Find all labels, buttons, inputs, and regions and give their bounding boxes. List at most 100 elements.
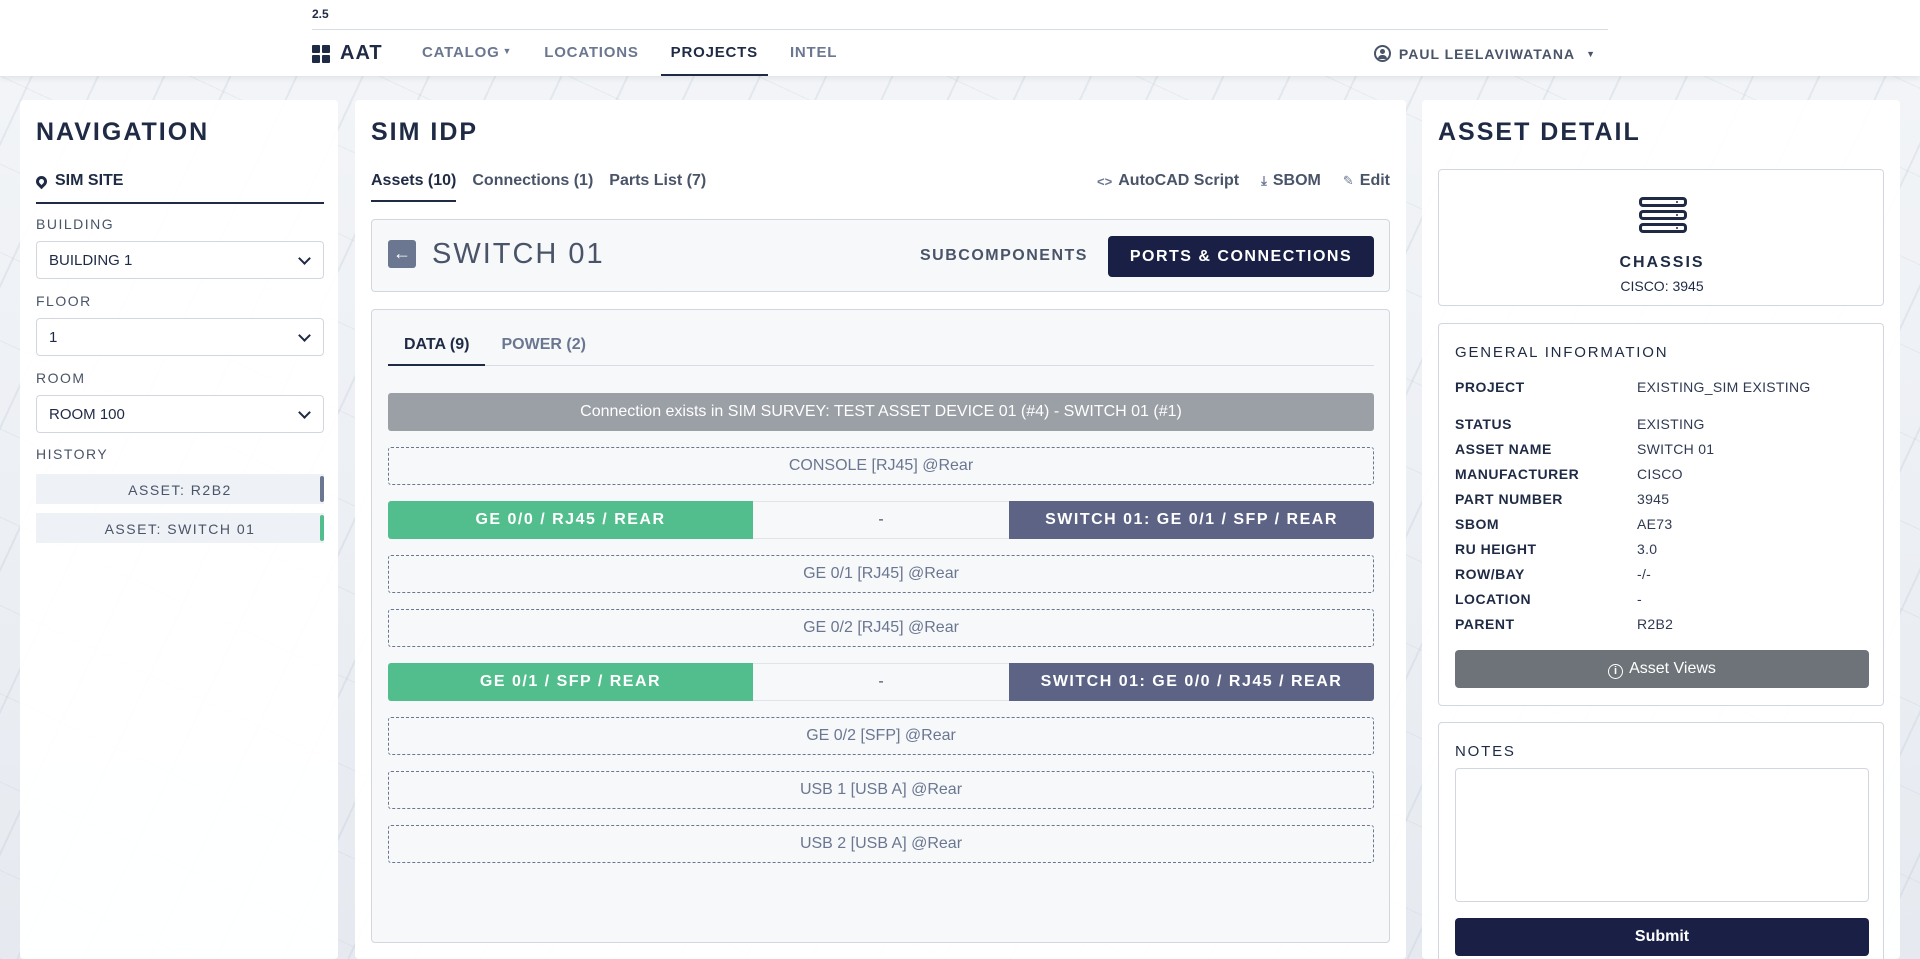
connection-link: - (753, 501, 1009, 539)
info-key: STATUS (1455, 416, 1512, 432)
asset-type: CHASSIS (1619, 254, 1705, 271)
asset-detail-panel: ASSET DETAIL CHASSIS CISCO: 3945 GENERAL… (1422, 100, 1900, 959)
info-value: -/- (1637, 566, 1652, 582)
chevron-down-icon (298, 406, 311, 419)
autocad-script-button[interactable]: <> AutoCAD Script (1097, 172, 1239, 190)
port-row[interactable]: GE 0/2 [SFP] @Rear (388, 717, 1374, 755)
info-row: MANUFACTURER CISCO (1455, 466, 1869, 482)
subcomponents-button[interactable]: SUBCOMPONENTS (920, 247, 1088, 265)
tab-assets[interactable]: Assets (10) (371, 172, 457, 202)
connection-link: - (753, 663, 1009, 701)
info-value: AE73 (1637, 516, 1673, 532)
port-row[interactable]: GE 0/2 [RJ45] @Rear (388, 609, 1374, 647)
port-destination[interactable]: SWITCH 01: GE 0/0 / RJ45 / REAR (1009, 663, 1374, 701)
info-row: RU HEIGHT 3.0 (1455, 541, 1869, 557)
info-row: ROW/BAY -/- (1455, 566, 1869, 582)
server-icon (1639, 197, 1687, 235)
info-key: MANUFACTURER (1455, 466, 1580, 482)
tab-power[interactable]: POWER (2) (485, 336, 601, 366)
tab-data[interactable]: DATA (9) (388, 336, 486, 366)
tab-connections[interactable]: Connections (1) (472, 172, 593, 202)
building-select[interactable]: BUILDING 1 (36, 241, 324, 279)
building-value: BUILDING 1 (49, 252, 133, 269)
info-value: CISCO (1637, 466, 1683, 482)
back-arrow-icon[interactable]: ← (388, 240, 416, 268)
tab-parts-list[interactable]: Parts List (7) (609, 172, 706, 202)
asset-model: CISCO: 3945 (1620, 278, 1704, 294)
project-actions: <> AutoCAD Script ⤓ SBOM ✎ Edit (1097, 172, 1390, 190)
info-value: - (1637, 591, 1642, 607)
floor-select[interactable]: 1 (36, 318, 324, 356)
building-label: BUILDING (36, 216, 115, 232)
notes-card: NOTES Submit (1438, 722, 1884, 959)
submit-button[interactable]: Submit (1455, 918, 1869, 956)
map-pin-icon (33, 173, 50, 189)
edit-button[interactable]: ✎ Edit (1343, 172, 1390, 190)
ports-panel: DATA (9) POWER (2) Connection exists in … (371, 309, 1390, 943)
port-destination[interactable]: SWITCH 01: GE 0/1 / SFP / REAR (1009, 501, 1374, 539)
download-icon: ⤓ (1261, 173, 1267, 188)
info-value: 3.0 (1637, 541, 1658, 557)
history-indicator (320, 476, 324, 502)
notes-textarea[interactable] (1455, 768, 1869, 902)
notes-title: NOTES (1455, 743, 1516, 760)
device-header: ← SWITCH 01 SUBCOMPONENTS PORTS & CONNEC… (371, 219, 1390, 292)
room-select[interactable]: ROOM 100 (36, 395, 324, 433)
info-row: ASSET NAME SWITCH 01 (1455, 441, 1869, 457)
action-label: SBOM (1272, 172, 1321, 189)
panel-title: NAVIGATION (36, 118, 210, 146)
history-item[interactable]: ASSET: R2B2 (36, 474, 324, 504)
nav-locations[interactable]: LOCATIONS (534, 30, 648, 76)
port-source[interactable]: GE 0/0 / RJ45 / REAR (388, 501, 753, 539)
general-information-card: GENERAL INFORMATION PROJECT EXISTING_SIM… (1438, 323, 1884, 706)
pencil-icon: ✎ (1342, 173, 1354, 188)
site-selector[interactable]: SIM SITE (33, 172, 324, 204)
port-connection-row: GE 0/0 / RJ45 / REAR - SWITCH 01: GE 0/1… (388, 501, 1374, 539)
asset-type-card: CHASSIS CISCO: 3945 (1438, 169, 1884, 306)
navigation-panel: NAVIGATION SIM SITE BUILDING BUILDING 1 … (20, 100, 338, 959)
info-key: LOCATION (1455, 591, 1532, 607)
user-menu[interactable]: PAUL LEELAVIWATANA ▼ (1373, 45, 1596, 62)
info-value: EXISTING (1637, 416, 1705, 432)
port-row[interactable]: CONSOLE [RJ45] @Rear (388, 447, 1374, 485)
project-panel: SIM IDP Assets (10) Connections (1) Part… (355, 100, 1406, 959)
history-item-label: ASSET: SWITCH 01 (104, 521, 256, 537)
nav-intel[interactable]: INTEL (780, 30, 847, 76)
code-icon: <> (1097, 173, 1113, 189)
room-label: ROOM (36, 370, 86, 386)
port-source[interactable]: GE 0/1 / SFP / REAR (388, 663, 753, 701)
top-navbar: 2.5 AAT CATALOG ▼ LOCATIONS PROJECTS INTE… (0, 0, 1920, 76)
asset-views-button[interactable]: i Asset Views (1455, 650, 1869, 688)
info-value: 3945 (1637, 491, 1670, 507)
main-nav: CATALOG ▼ LOCATIONS PROJECTS INTEL (412, 30, 859, 76)
info-key: RU HEIGHT (1455, 541, 1537, 557)
brand[interactable]: AAT (312, 42, 383, 65)
floor-value: 1 (49, 329, 58, 346)
history-item[interactable]: ASSET: SWITCH 01 (36, 513, 324, 543)
nav-catalog[interactable]: CATALOG ▼ (412, 30, 522, 76)
device-title: SWITCH 01 (432, 238, 605, 270)
info-key: ASSET NAME (1455, 441, 1552, 457)
info-row: SBOM AE73 (1455, 516, 1869, 532)
info-key: PARENT (1455, 616, 1515, 632)
action-label: Edit (1359, 172, 1390, 189)
port-row[interactable]: USB 1 [USB A] @Rear (388, 771, 1374, 809)
port-type-tabs: DATA (9) POWER (2) (388, 336, 1374, 366)
chevron-down-icon (298, 252, 311, 265)
user-icon (1373, 45, 1391, 62)
asset-detail-title: ASSET DETAIL (1438, 118, 1641, 146)
sbom-button[interactable]: ⤓ SBOM (1261, 172, 1321, 190)
port-row[interactable]: USB 2 [USB A] @Rear (388, 825, 1374, 863)
port-row[interactable]: GE 0/1 [RJ45] @Rear (388, 555, 1374, 593)
room-value: ROOM 100 (49, 406, 125, 423)
port-connection-row: GE 0/1 / SFP / REAR - SWITCH 01: GE 0/0 … (388, 663, 1374, 701)
nav-projects[interactable]: PROJECTS (660, 30, 768, 76)
version-label: 2.5 (312, 7, 329, 21)
action-label: AutoCAD Script (1118, 172, 1240, 189)
ports-connections-button[interactable]: PORTS & CONNECTIONS (1108, 236, 1374, 277)
caret-down-icon: ▼ (1586, 48, 1596, 59)
section-title: GENERAL INFORMATION (1455, 344, 1669, 361)
user-name: PAUL LEELAVIWATANA (1398, 45, 1576, 62)
floor-label: FLOOR (36, 293, 92, 309)
history-label: HISTORY (36, 446, 109, 462)
